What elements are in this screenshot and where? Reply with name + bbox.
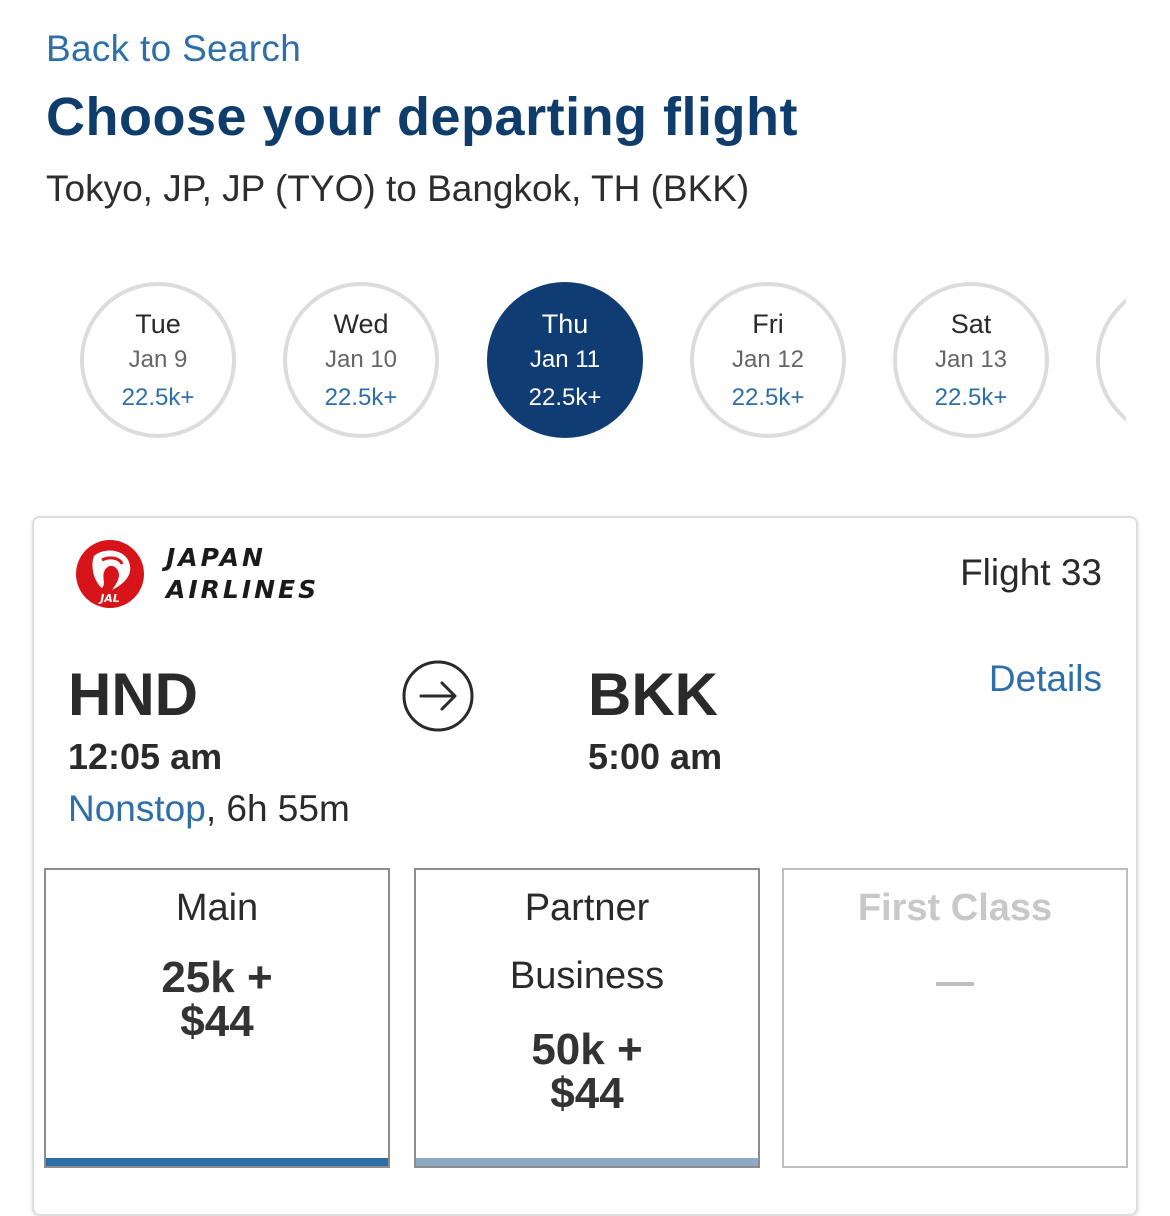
date-dow: Sat <box>950 308 992 339</box>
date-dow: Wed <box>333 308 389 339</box>
details-link[interactable]: Details <box>989 658 1102 700</box>
back-to-search-link[interactable]: Back to Search <box>46 28 301 70</box>
origin-airport-code: HND <box>68 661 198 728</box>
fare-option-first-class: First Class <box>782 868 1128 1168</box>
date-price: 22.5k+ <box>731 383 805 411</box>
date-day: Jan 13 <box>934 345 1008 373</box>
date-day: Jan 9 <box>128 345 188 373</box>
date-price: 22.5k+ <box>934 383 1008 411</box>
airline-name-line1: JAPAN <box>166 543 266 572</box>
jal-crane-logo-icon: JAL <box>76 540 144 608</box>
fare-name: Main <box>175 887 259 929</box>
arrival-time: 5:00 am <box>588 736 723 777</box>
airline-name: JAPAN AIRLINES <box>166 542 319 606</box>
date-pill-jan-9[interactable]: Tue Jan 9 22.5k+ <box>80 282 236 438</box>
date-day: Jan 12 <box>731 345 805 373</box>
stops-duration: Nonstop, 6h 55m <box>68 788 350 830</box>
fare-price-cash: $44 <box>180 997 254 1046</box>
page-title: Choose your departing flight <box>46 87 798 147</box>
date-dow: Fri <box>752 308 784 339</box>
fare-price-points: 25k + <box>161 953 273 1002</box>
date-dow: Tue <box>135 308 181 339</box>
fare-main-indicator-bar <box>46 1158 388 1166</box>
unavailable-dash <box>936 982 974 986</box>
fare-price-points: 50k + <box>531 1025 643 1074</box>
destination-airport-code: BKK <box>588 661 718 728</box>
date-price: 22.5k+ <box>324 383 398 411</box>
fare-price-cash: $44 <box>550 1069 624 1118</box>
date-pill-jan-12[interactable]: Fri Jan 12 22.5k+ <box>690 282 846 438</box>
date-selector: Tue Jan 9 22.5k+ Wed Jan 10 22.5k+ Thu J… <box>0 282 1126 448</box>
date-day: Jan 11 <box>529 345 601 373</box>
date-day: Jan 10 <box>324 345 398 373</box>
date-pill-jan-10[interactable]: Wed Jan 10 22.5k+ <box>283 282 439 438</box>
date-pill-jan-13[interactable]: Sat Jan 13 22.5k+ <box>893 282 1049 438</box>
arrow-right-circle-icon <box>402 660 474 732</box>
fare-name-line1: Partner <box>524 887 650 929</box>
date-pill-next-partial[interactable] <box>1096 282 1126 438</box>
svg-text:JAL: JAL <box>98 592 120 605</box>
fare-option-main[interactable]: Main 25k + $44 <box>44 868 390 1168</box>
nonstop-link[interactable]: Nonstop <box>68 788 206 829</box>
fare-business-indicator-bar <box>416 1158 758 1166</box>
route-subtitle: Tokyo, JP, JP (TYO) to Bangkok, TH (BKK) <box>46 168 750 209</box>
fare-option-partner-business[interactable]: Partner Business 50k + $44 <box>414 868 760 1168</box>
date-dow: Thu <box>541 308 589 339</box>
airline-name-line2: AIRLINES <box>166 575 320 604</box>
duration: , 6h 55m <box>205 788 350 829</box>
date-price: 22.5k+ <box>528 383 602 411</box>
flight-card: JAL JAPAN AIRLINES Flight 33 Details HND… <box>32 516 1138 1216</box>
departure-time: 12:05 am <box>68 736 223 777</box>
date-price: 22.5k+ <box>121 383 195 411</box>
fare-name: First Class <box>857 887 1053 929</box>
fare-name-line2: Business <box>509 955 665 997</box>
flight-number: Flight 33 <box>960 552 1102 593</box>
date-pill-jan-11-selected[interactable]: Thu Jan 11 22.5k+ <box>487 282 643 438</box>
